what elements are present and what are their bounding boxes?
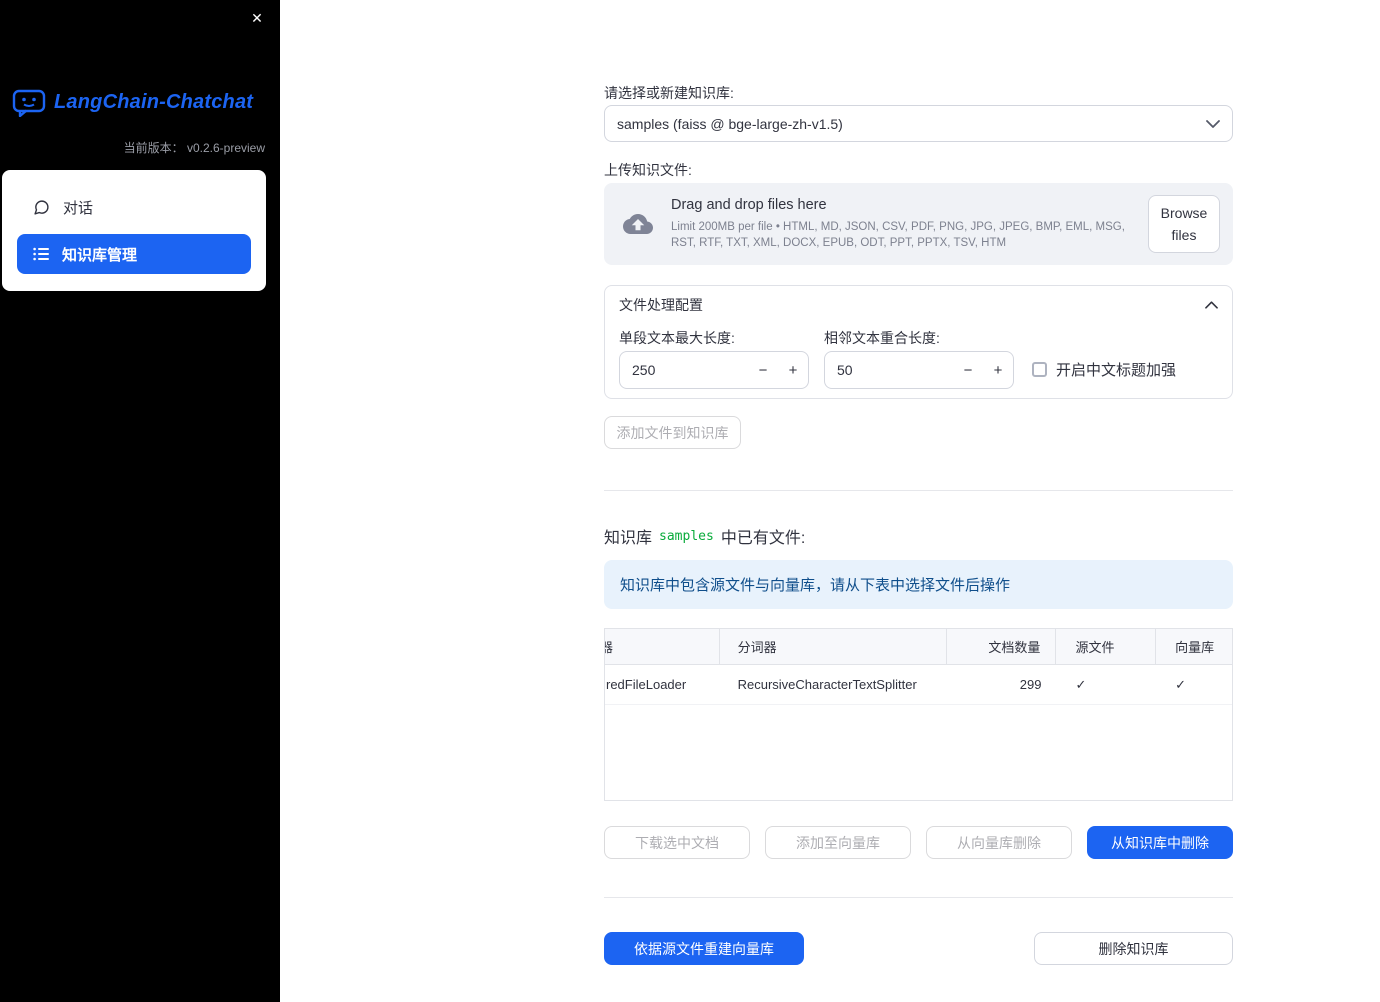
download-selected-button[interactable]: 下载选中文档 [604,826,750,859]
sidebar-item-dialogue[interactable]: 对话 [17,187,251,227]
files-table: 器 分词器 文档数量 源文件 向量库 redFileLoader Recursi… [604,628,1233,801]
existing-suffix: 中已有文件: [720,530,806,547]
rebuild-vector-store-button[interactable]: 依据源文件重建向量库 [604,932,804,965]
column-header-doc-count[interactable]: 文档数量 [947,629,1057,664]
max-length-decrement-button[interactable]: − [748,352,778,388]
divider [604,897,1233,898]
divider [604,490,1233,491]
kb-name-code: samples [659,528,714,544]
existing-prefix: 知识库 [604,530,653,547]
menu-item-label: 对话 [63,199,94,217]
knowledge-base-list-icon [33,247,49,261]
column-header-splitter[interactable]: 分词器 [720,629,947,664]
close-icon: ✕ [251,10,263,26]
info-alert-text: 知识库中包含源文件与向量库，请从下表中选择文件后操作 [620,577,1011,594]
dropzone-text: Drag and drop files here Limit 200MB per… [671,197,1133,251]
max-length-value: 250 [632,362,656,378]
checkbox-box[interactable] [1032,362,1047,377]
kb-select-label: 请选择或新建知识库: [604,85,734,101]
chevron-down-icon [1206,119,1220,128]
cloud-upload-icon [623,214,653,234]
cell-vector-check: ✓ [1175,676,1187,692]
expander-header[interactable]: 文件处理配置 [605,286,1232,323]
delete-kb-button[interactable]: 删除知识库 [1034,932,1233,965]
overlap-decrement-button[interactable]: − [953,352,983,388]
logo-text: LangChain-Chatchat [54,90,254,113]
delete-from-vector-store-button[interactable]: 从向量库删除 [926,826,1072,859]
overlap-length-value: 50 [837,362,853,378]
info-alert: 知识库中包含源文件与向量库，请从下表中选择文件后操作 [604,560,1233,609]
max-length-label: 单段文本最大长度: [619,330,735,346]
sidebar-close-button[interactable]: ✕ [244,6,270,30]
expander-body: 单段文本最大长度: 相邻文本重合长度: 250 − + 50 − + 开启中文标… [605,323,1232,398]
existing-files-heading: 知识库 samples 中已有文件: [604,524,805,548]
kb-select-dropdown[interactable]: samples (faiss @ bge-large-zh-v1.5) [604,105,1233,142]
chevron-up-icon [1205,300,1218,309]
overlap-length-label: 相邻文本重合长度: [824,330,940,346]
app-logo: LangChain-Chatchat [12,87,253,117]
chat-bubble-icon [34,199,49,215]
browse-files-button[interactable]: Browse files [1148,194,1220,254]
cell-loader: redFileLoader [606,677,687,692]
file-dropzone[interactable]: Drag and drop files here Limit 200MB per… [604,183,1233,265]
column-header-vector-store[interactable]: 向量库 [1156,629,1232,664]
kb-select-value: samples (faiss @ bge-large-zh-v1.5) [617,115,843,132]
sidebar: ✕ LangChain-Chatchat 当前版本： v0.2.6-previe… [0,0,280,1002]
max-length-increment-button[interactable]: + [778,352,808,388]
zh-title-enhance-checkbox[interactable]: 开启中文标题加强 [1032,359,1176,380]
column-header-loader[interactable]: 器 [605,629,720,664]
main-content: 请选择或新建知识库: samples (faiss @ bge-large-zh… [604,0,1234,1002]
max-length-input[interactable]: 250 − + [619,351,809,389]
sidebar-item-knowledge-base[interactable]: 知识库管理 [17,234,251,274]
upload-label: 上传知识文件: [604,162,692,178]
delete-from-kb-button[interactable]: 从知识库中删除 [1087,826,1233,859]
version-label: 当前版本： v0.2.6-preview [123,141,265,155]
overlap-increment-button[interactable]: + [983,352,1013,388]
files-table-header: 器 分词器 文档数量 源文件 向量库 [605,629,1232,665]
cell-splitter: RecursiveCharacterTextSplitter [737,677,917,692]
expander-title: 文件处理配置 [619,296,703,313]
dropzone-title: Drag and drop files here [671,196,827,213]
cell-doc-count: 299 [1019,677,1042,692]
table-row[interactable]: redFileLoader RecursiveCharacterTextSpli… [605,665,1232,705]
add-to-vector-store-button[interactable]: 添加至向量库 [765,826,911,859]
column-header-source-file[interactable]: 源文件 [1056,629,1157,664]
cell-source-check: ✓ [1075,676,1087,692]
menu-item-label: 知识库管理 [62,246,138,264]
checkbox-label: 开启中文标题加强 [1056,362,1177,379]
add-files-to-kb-button[interactable]: 添加文件到知识库 [604,416,741,449]
logo-chat-icon [12,89,46,117]
file-config-expander: 文件处理配置 单段文本最大长度: 相邻文本重合长度: 250 − + 50 − … [604,285,1233,399]
dropzone-limit-text: Limit 200MB per file • HTML, MD, JSON, C… [671,220,1125,249]
overlap-length-input[interactable]: 50 − + [824,351,1014,389]
sidebar-menu: 对话 知识库管理 [2,170,266,291]
